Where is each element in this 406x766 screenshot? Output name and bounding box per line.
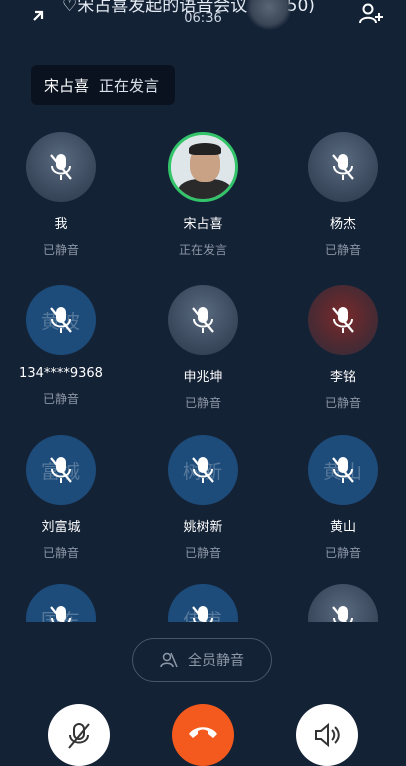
speaker-button[interactable] xyxy=(296,704,358,766)
participant-name: 申兆坤 xyxy=(183,370,223,385)
participant-tile[interactable]: 杨杰 已静音 xyxy=(283,132,403,258)
call-timer: 06:36 xyxy=(184,11,222,26)
participant-tile[interactable]: 我 已静音 xyxy=(1,132,121,258)
participant-status: 已静音 xyxy=(184,396,221,410)
avatar: 国东 xyxy=(26,584,96,622)
participant-tile[interactable]: 富城 刘富城 已静音 xyxy=(1,435,121,561)
participant-tile[interactable]: 伟甫 xyxy=(143,584,263,622)
participant-status: 已静音 xyxy=(42,546,79,560)
participant-name: 134****9368 xyxy=(19,366,103,381)
participant-status: 已静音 xyxy=(324,243,361,257)
participant-status: 正在发言 xyxy=(178,243,227,257)
speaking-banner: 宋占喜 正在发言 xyxy=(31,65,175,105)
participant-status: 已静音 xyxy=(324,546,361,560)
participant-status: 已静音 xyxy=(42,392,79,406)
mic-off-icon xyxy=(50,606,71,622)
mute-all-label: 全员静音 xyxy=(188,653,244,669)
participant-name: 黄山 xyxy=(329,520,356,535)
add-user-icon xyxy=(359,3,383,24)
top-bar: ♡宋占喜发起的语音会议 (43/50) 06:36 xyxy=(0,0,406,40)
participant-name: 宋占喜 xyxy=(183,217,223,232)
mic-off-icon xyxy=(50,307,72,333)
avatar-photo xyxy=(178,179,232,199)
avatar xyxy=(168,285,238,355)
participant-name: 姚树新 xyxy=(183,520,223,535)
participant-tile[interactable]: 申兆坤 已静音 xyxy=(143,285,263,411)
mic-off-icon xyxy=(192,457,214,483)
participant-tile[interactable]: 树新 姚树新 已静音 xyxy=(143,435,263,561)
avatar xyxy=(308,132,378,202)
avatar: 黄山 xyxy=(308,435,378,505)
speaker-status: 正在发言 xyxy=(99,76,160,95)
mic-off-icon xyxy=(332,606,353,622)
avatar: 黄波 xyxy=(26,285,96,355)
mute-all-button[interactable]: 全员静音 xyxy=(132,638,272,682)
mic-off-icon xyxy=(50,457,72,483)
speaker-icon xyxy=(315,722,340,748)
participant-tile[interactable]: 李铭 已静音 xyxy=(283,285,403,411)
mic-toggle-button[interactable] xyxy=(48,704,110,766)
participant-tile[interactable]: 国东 xyxy=(1,584,121,622)
speaker-name: 宋占喜 xyxy=(44,76,90,95)
participant-status: 已静音 xyxy=(324,396,361,410)
mic-off-icon xyxy=(192,606,213,622)
avatar: 富城 xyxy=(26,435,96,505)
add-participant-button[interactable] xyxy=(358,1,384,27)
participant-tile[interactable]: 宋占喜 正在发言 xyxy=(143,132,263,258)
mic-off-icon xyxy=(332,307,354,333)
participant-name: 刘富城 xyxy=(41,520,81,535)
avatar xyxy=(168,132,238,202)
mute-all-icon xyxy=(160,652,178,668)
avatar: 树新 xyxy=(168,435,238,505)
avatar xyxy=(308,285,378,355)
participant-tile[interactable]: 黄山 黄山 已静音 xyxy=(283,435,403,561)
participant-name: 李铭 xyxy=(329,370,356,385)
participant-name: 杨杰 xyxy=(329,217,356,232)
mic-off-icon xyxy=(192,307,214,333)
avatar xyxy=(308,584,378,622)
mic-off-icon xyxy=(332,457,354,483)
avatar xyxy=(26,132,96,202)
mic-off-icon xyxy=(332,154,354,180)
participant-grid: 我 已静音 宋占喜 正在发言 杨杰 已静音 黄波 134****9368 已静音… xyxy=(0,132,406,622)
avatar: 伟甫 xyxy=(168,584,238,622)
mic-off-icon xyxy=(50,154,72,180)
participant-status: 已静音 xyxy=(184,546,221,560)
hangup-button[interactable] xyxy=(172,704,234,766)
participant-status: 已静音 xyxy=(42,243,79,257)
participant-name: 我 xyxy=(54,217,68,232)
participant-tile[interactable]: 黄波 134****9368 已静音 xyxy=(1,285,121,407)
hangup-icon xyxy=(189,727,217,738)
participant-tile[interactable] xyxy=(283,584,403,622)
